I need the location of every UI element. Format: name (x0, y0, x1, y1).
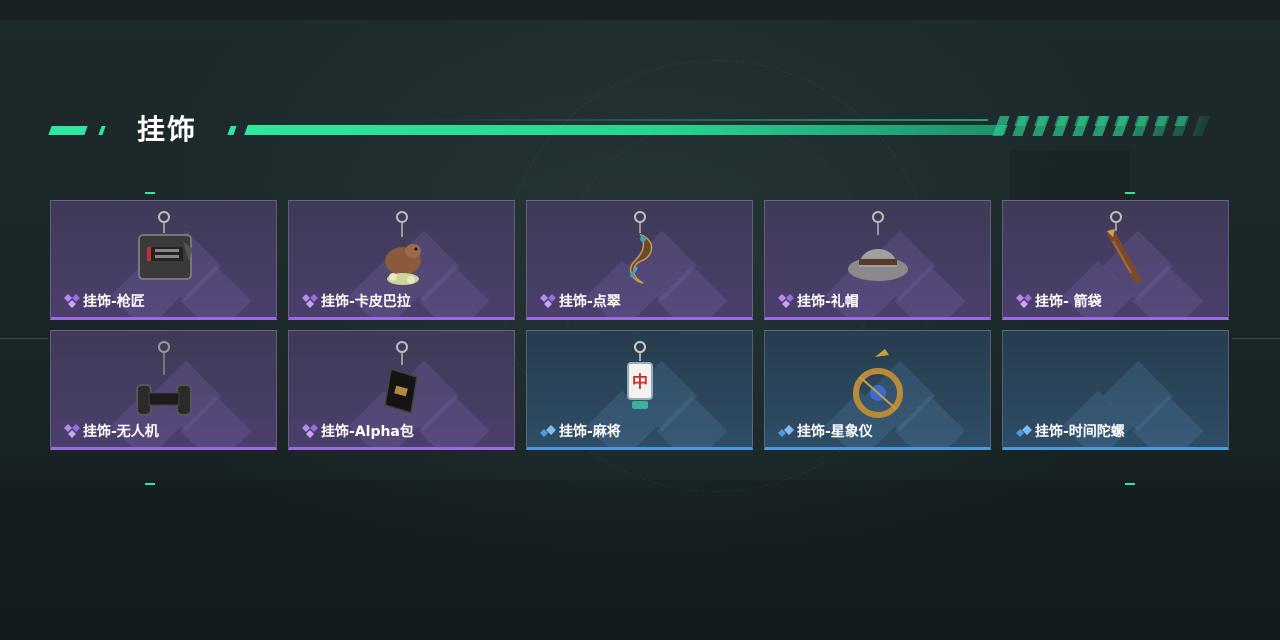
charm-card[interactable]: 挂饰-Alpha包 (288, 330, 515, 450)
charm-name: 挂饰- 箭袋 (1035, 294, 1102, 310)
top-bar (0, 0, 1280, 20)
section-title: 挂饰 (137, 113, 198, 146)
corner-tick (145, 192, 155, 194)
charm-name: 挂饰-点翠 (559, 294, 621, 310)
rarity-icon (777, 293, 795, 309)
rarity-icon (539, 423, 557, 439)
rarity-icon (1015, 423, 1033, 439)
side-line-right (1232, 338, 1280, 339)
header-thin-line (420, 119, 988, 121)
charm-card[interactable]: 挂饰-时间陀螺 (1002, 330, 1229, 450)
rarity-icon (777, 423, 795, 439)
drone-charm-icon (121, 337, 208, 425)
rarity-icon (539, 293, 557, 309)
header-accent-dash (227, 126, 237, 135)
alpha-bag-charm-icon (359, 337, 446, 425)
astrolabe-charm-icon (835, 337, 922, 425)
phoenix-charm-icon (597, 207, 684, 295)
header-accent-bar (244, 125, 1008, 135)
charm-card[interactable]: 挂饰-无人机 (50, 330, 277, 450)
header-accent-dash (98, 126, 106, 135)
corner-tick (145, 483, 155, 485)
mahjong-charm-icon: 中 (597, 337, 684, 425)
charm-name: 挂饰-Alpha包 (321, 424, 414, 440)
charm-name: 挂饰-无人机 (83, 424, 159, 440)
charm-card[interactable]: 中 挂饰-麻将 (526, 330, 753, 450)
charm-card[interactable]: 挂饰-点翠 (526, 200, 753, 320)
charm-name: 挂饰-卡皮巴拉 (321, 294, 411, 310)
corner-tick (1125, 483, 1135, 485)
corner-tick (1125, 192, 1135, 194)
hat-charm-icon (835, 207, 922, 295)
charm-card[interactable]: 挂饰- 箭袋 (1002, 200, 1229, 320)
time-top-charm-icon (1073, 337, 1160, 425)
charm-name: 挂饰-麻将 (559, 424, 621, 440)
rarity-icon (63, 423, 81, 439)
quiver-charm-icon (1073, 207, 1160, 295)
background-ground (0, 480, 1280, 640)
gun-parts-charm-icon (121, 207, 208, 295)
capybara-charm-icon (359, 207, 446, 295)
rarity-icon (63, 293, 81, 309)
rarity-icon (301, 293, 319, 309)
charm-name: 挂饰-枪匠 (83, 294, 145, 310)
charm-name: 挂饰-时间陀螺 (1035, 424, 1125, 440)
svg-text:中: 中 (632, 372, 648, 391)
charm-name: 挂饰-礼帽 (797, 294, 859, 310)
header-checker-pattern (1004, 116, 1198, 126)
side-line-left (0, 338, 48, 339)
charm-name: 挂饰-星象仪 (797, 424, 873, 440)
charm-card[interactable]: 挂饰-卡皮巴拉 (288, 200, 515, 320)
charm-card[interactable]: 挂饰-礼帽 (764, 200, 991, 320)
rarity-icon (301, 423, 319, 439)
charm-card[interactable]: 挂饰-星象仪 (764, 330, 991, 450)
rarity-icon (1015, 293, 1033, 309)
header-accent-dash (48, 126, 88, 135)
charm-card[interactable]: 挂饰-枪匠 (50, 200, 277, 320)
